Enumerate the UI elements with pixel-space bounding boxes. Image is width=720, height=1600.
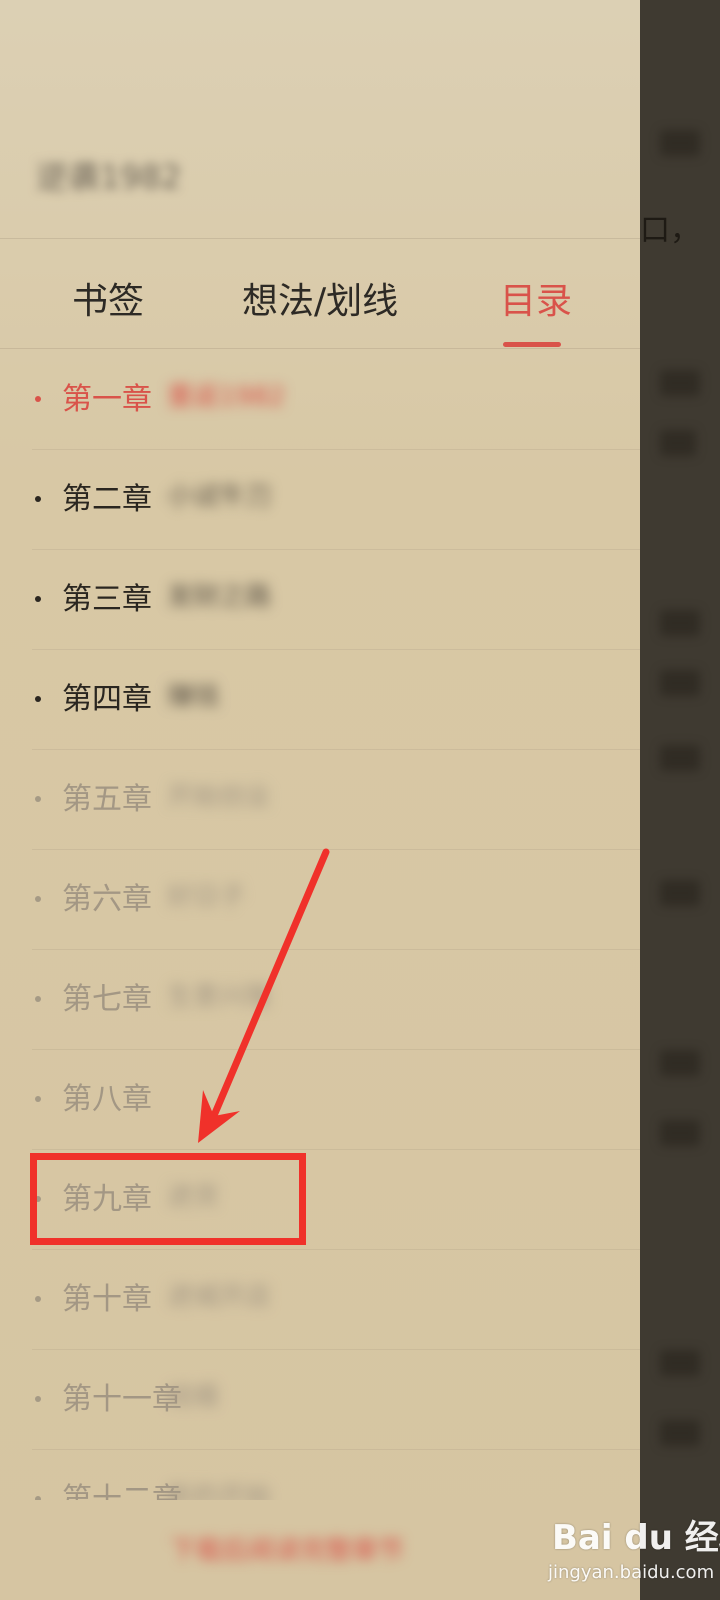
toc-chapter-subtitle: 赚钱: [167, 682, 220, 712]
toc-chapter-subtitle: 开始创业: [167, 782, 272, 812]
toc-chapter-subtitle: 重返1982: [167, 382, 286, 412]
bullet-dot-icon: [35, 896, 41, 902]
toc-item-chapter-4[interactable]: 第四章 赚钱: [32, 650, 640, 750]
toc-item-chapter-3[interactable]: 第三章 发财之路: [32, 550, 640, 650]
tab-toc[interactable]: 目录: [500, 272, 572, 324]
toc-chapter-subtitle: 发财之路: [167, 582, 272, 612]
toc-chapter-label: 第七章: [62, 982, 152, 1017]
divider: [0, 238, 640, 239]
toc-item-chapter-12[interactable]: 第十二章 新的开始: [32, 1450, 640, 1500]
toc-chapter-label: 第一章: [62, 382, 152, 417]
toc-drawer: 逆袭1982 书签 想法/划线 目录 第一章 重返1982 第二章 小试牛刀 第…: [0, 0, 640, 1600]
book-title: 逆袭1982: [36, 158, 182, 196]
toc-chapter-label: 第八章: [62, 1082, 152, 1117]
toc-item-chapter-2[interactable]: 第二章 小试牛刀: [32, 450, 640, 550]
toc-chapter-label: 第六章: [62, 882, 152, 917]
toc-chapter-subtitle: 小试牛刀: [167, 482, 272, 512]
bullet-dot-icon: [35, 796, 41, 802]
toc-chapter-label: 第二章: [62, 482, 152, 517]
toc-chapter-subtitle: 好日子: [167, 882, 246, 912]
toc-item-chapter-7[interactable]: 第七章 生意兴隆: [32, 950, 640, 1050]
bullet-dot-icon: [35, 1096, 41, 1102]
toc-chapter-label: 第四章: [62, 682, 152, 717]
bullet-dot-icon: [35, 496, 41, 502]
toc-chapter-subtitle: 生意兴隆: [167, 982, 272, 1012]
divider: [0, 348, 640, 349]
toc-chapter-label: 第十二章: [62, 1482, 182, 1500]
drawer-tabs: 书签 想法/划线 目录: [0, 264, 640, 344]
toc-chapter-subtitle: 新的开始: [167, 1482, 272, 1500]
toc-chapter-subtitle: 进城开店: [167, 1282, 272, 1312]
toc-chapter-label: 第十章: [62, 1282, 152, 1317]
bullet-dot-icon: [35, 696, 41, 702]
bullet-dot-icon: [35, 396, 41, 402]
toc-item-chapter-11[interactable]: 第十一章 结婚: [32, 1350, 640, 1450]
watermark-url: jingyan.baidu.com: [548, 1562, 715, 1583]
watermark-logo: Bai du 经验: [552, 1518, 720, 1558]
screen: 口， 逆袭1982 书签 想法/划线 目录 第一章 重返1982 第二章 小试牛…: [0, 0, 720, 1600]
tab-notes[interactable]: 想法/划线: [242, 272, 398, 324]
bullet-dot-icon: [35, 1296, 41, 1302]
reader-edge-text: 口，: [640, 213, 700, 248]
toc-chapter-label: 第三章: [62, 582, 152, 617]
toc-item-chapter-10[interactable]: 第十章 进城开店: [32, 1250, 640, 1350]
toc-chapter-label: 第五章: [62, 782, 152, 817]
toc-chapter-subtitle: 结婚: [167, 1382, 220, 1412]
bullet-dot-icon: [35, 996, 41, 1002]
toc-list[interactable]: 第一章 重返1982 第二章 小试牛刀 第三章 发财之路 第四章 赚钱 第五章: [0, 350, 640, 1500]
active-tab-indicator: [503, 342, 561, 347]
baidu-jingyan-watermark: Bai du 经验 jingyan.baidu.com: [548, 1500, 720, 1600]
annotation-highlight-box: [30, 1153, 306, 1245]
bullet-dot-icon: [35, 596, 41, 602]
bullet-dot-icon: [35, 1396, 41, 1402]
toc-item-chapter-6[interactable]: 第六章 好日子: [32, 850, 640, 950]
toc-item-chapter-8[interactable]: 第八章: [32, 1050, 640, 1150]
toc-item-chapter-1[interactable]: 第一章 重返1982: [32, 350, 640, 450]
download-prompt-bar[interactable]: 下载后阅读完整章节: [0, 1500, 640, 1600]
download-prompt-text: 下载后阅读完整章节: [170, 1536, 405, 1566]
tab-bookmarks[interactable]: 书签: [72, 272, 144, 324]
toc-item-chapter-5[interactable]: 第五章 开始创业: [32, 750, 640, 850]
toc-chapter-label: 第十一章: [62, 1382, 182, 1417]
